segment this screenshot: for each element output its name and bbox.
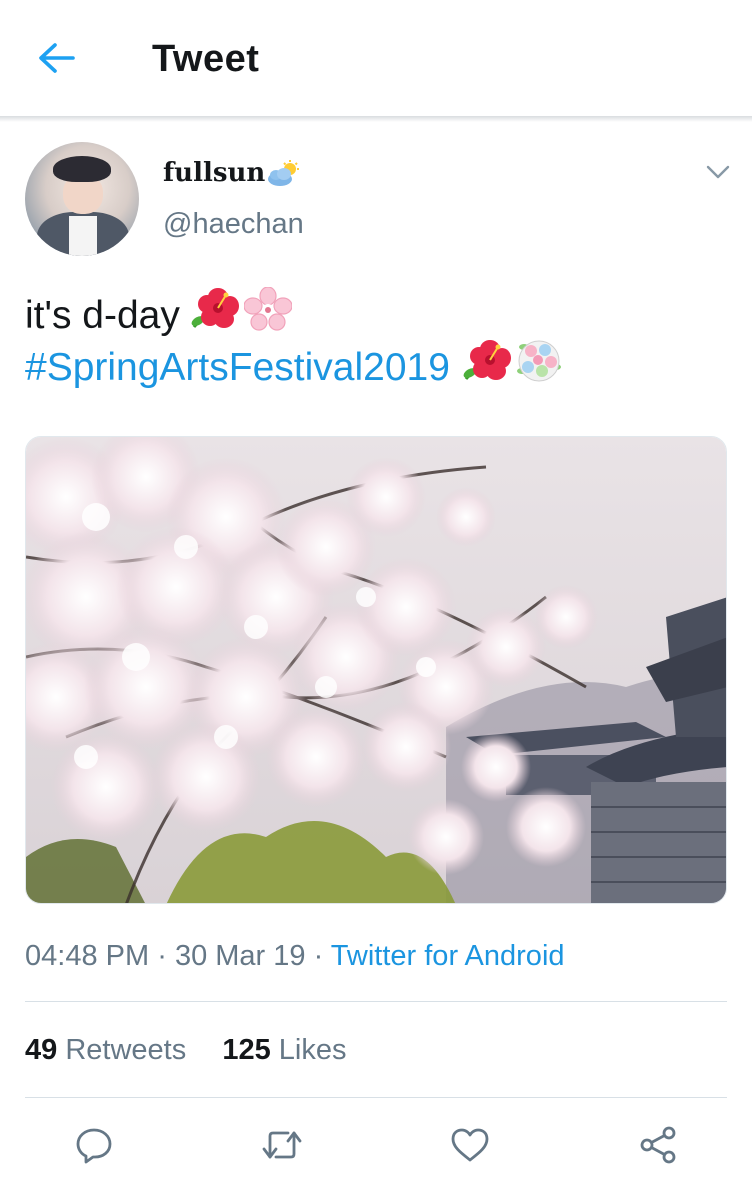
top-bar-shadow [0,116,752,122]
display-name[interactable]: fullsun [163,158,265,188]
tweet-photo[interactable] [25,436,727,904]
cherry-blossom-emoji [243,286,293,345]
tweet-options-button[interactable] [700,160,736,188]
retweets-count: 49 [25,1034,58,1066]
avatar[interactable] [25,142,139,256]
hibiscus-emoji [462,339,512,397]
page-title: Tweet [152,38,260,80]
retweets-label: Retweets [65,1034,187,1066]
user-handle[interactable]: @haechan [163,208,304,241]
likes-count: 125 [222,1034,271,1066]
retweet-icon [260,1127,304,1168]
tweet-text-line-1: it's d-day [25,286,564,345]
tweet-source-link[interactable]: Twitter for Android [331,940,565,972]
likes-label: Likes [278,1034,347,1066]
retweets-stat[interactable]: 49 Retweets [25,1034,194,1066]
divider [25,1097,727,1098]
arrow-left-icon [37,42,75,79]
share-icon [637,1124,679,1171]
tweet-text-line-2: #SpringArtsFestival2019 [25,339,564,397]
like-icon [449,1126,491,1169]
meta-separator: · [313,940,324,972]
action-bar [0,1112,752,1182]
tweet-meta: 04:48 PM · 30 Mar 19 · Twitter for Andro… [25,940,565,973]
retweet-button[interactable] [257,1122,307,1172]
tweet-stats: 49 Retweets 125 Likes [25,1034,347,1067]
meta-separator: · [157,940,167,972]
hashtag-link[interactable]: #SpringArtsFestival2019 [25,342,450,394]
sun-behind-cloud-icon [266,160,300,193]
hibiscus-emoji [190,287,240,345]
divider [25,1001,727,1002]
like-button[interactable] [445,1122,495,1172]
tweet-text-main: it's d-day [25,294,180,337]
likes-stat[interactable]: 125 Likes [222,1034,346,1066]
top-bar: Tweet [0,0,752,118]
reply-button[interactable] [69,1122,119,1172]
tweet-date: 30 Mar 19 [174,940,306,972]
tweet-time: 04:48 PM [25,940,150,972]
bouquet-emoji [514,337,564,399]
back-button[interactable] [28,34,84,86]
share-button[interactable] [633,1122,683,1172]
chevron-down-icon [705,164,731,185]
reply-icon [74,1125,114,1170]
tweet-text: it's d-day #SpringArtsFestival2019 [25,286,564,397]
